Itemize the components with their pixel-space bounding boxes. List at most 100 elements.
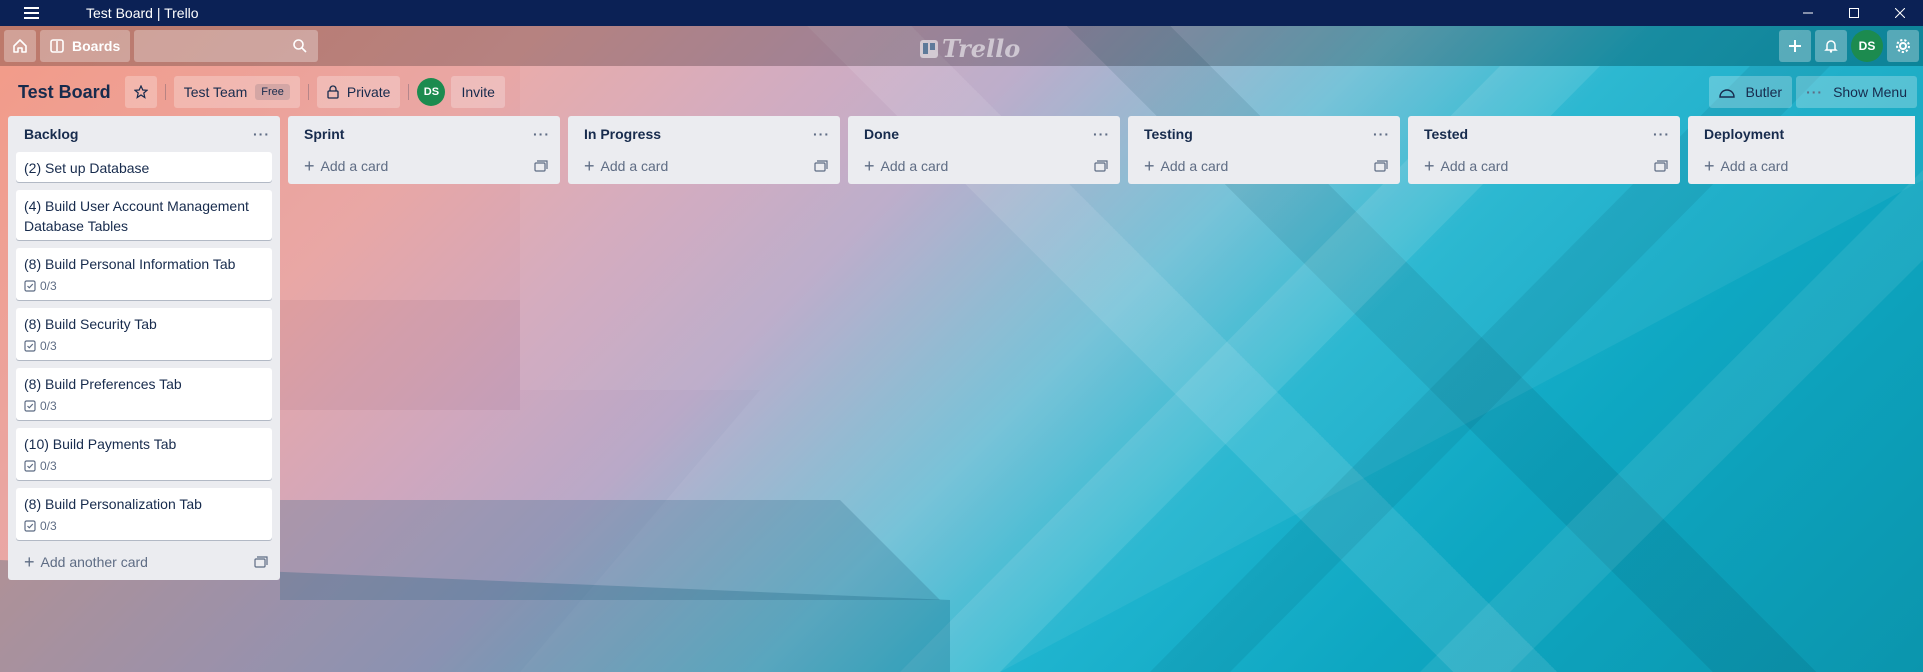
checklist-badge: 0/3 bbox=[24, 456, 264, 476]
visibility-label: Private bbox=[346, 84, 391, 100]
card-template-icon[interactable] bbox=[534, 160, 548, 172]
card-template-icon[interactable] bbox=[1094, 160, 1108, 172]
card[interactable]: (8) Build Security Tab 0/3 bbox=[16, 308, 272, 360]
butler-button[interactable]: Butler bbox=[1709, 76, 1793, 108]
list-title[interactable]: Tested bbox=[1424, 126, 1468, 142]
star-icon bbox=[133, 85, 148, 99]
create-button[interactable] bbox=[1779, 30, 1811, 62]
checklist-icon bbox=[24, 280, 36, 292]
butler-icon bbox=[1719, 89, 1736, 98]
list-title[interactable]: Sprint bbox=[304, 126, 344, 142]
board-title[interactable]: Test Board bbox=[18, 82, 111, 103]
star-button[interactable] bbox=[124, 76, 157, 108]
add-card-label: Add a card bbox=[600, 158, 669, 174]
list-menu-icon[interactable]: ··· bbox=[533, 126, 550, 142]
trello-logo-icon bbox=[920, 39, 938, 58]
card-template-icon[interactable] bbox=[254, 556, 268, 568]
hamburger-menu-icon[interactable] bbox=[16, 0, 46, 26]
add-card-label: Add another card bbox=[40, 554, 148, 570]
list-header[interactable]: Backlog ··· bbox=[16, 116, 272, 152]
add-card-label: Add a card bbox=[880, 158, 949, 174]
card-template-icon[interactable] bbox=[814, 160, 828, 172]
list-title[interactable]: In Progress bbox=[584, 126, 661, 142]
list-menu-icon[interactable]: ··· bbox=[813, 126, 830, 142]
boards-icon bbox=[50, 39, 64, 53]
notifications-button[interactable] bbox=[1815, 30, 1847, 62]
plus-icon: + bbox=[1424, 156, 1435, 176]
settings-button[interactable] bbox=[1887, 30, 1919, 62]
board-header: Test Board Test Team Free Private DS Inv… bbox=[0, 72, 1923, 112]
team-plan-badge: Free bbox=[255, 84, 290, 100]
minimize-icon[interactable] bbox=[1785, 0, 1831, 26]
card-template-icon[interactable] bbox=[1654, 160, 1668, 172]
user-avatar[interactable]: DS bbox=[1851, 30, 1883, 62]
app-header: Boards Trello DS bbox=[0, 26, 1923, 66]
add-card-label: Add a card bbox=[320, 158, 389, 174]
list-header[interactable]: Sprint ··· bbox=[296, 116, 552, 152]
list-title[interactable]: Backlog bbox=[24, 126, 78, 142]
add-card-button[interactable]: + Add a card bbox=[1136, 152, 1392, 180]
card-title: (2) Set up Database bbox=[24, 160, 150, 176]
card-title: (8) Build Personalization Tab bbox=[24, 496, 202, 512]
list-header[interactable]: Tested ··· bbox=[1416, 116, 1672, 152]
card-title: (10) Build Payments Tab bbox=[24, 436, 177, 452]
list-title[interactable]: Done bbox=[864, 126, 899, 142]
list-testing: Testing ··· + Add a card bbox=[1128, 116, 1400, 184]
maximize-icon[interactable] bbox=[1831, 0, 1877, 26]
list-menu-icon[interactable]: ··· bbox=[1653, 126, 1670, 142]
card-template-icon[interactable] bbox=[1374, 160, 1388, 172]
bell-icon bbox=[1824, 40, 1838, 53]
list-tested: Tested ··· + Add a card bbox=[1408, 116, 1680, 184]
team-button[interactable]: Test Team Free bbox=[173, 76, 300, 108]
window-title: Test Board | Trello bbox=[86, 5, 199, 21]
card[interactable]: (2) Set up Database bbox=[16, 152, 272, 182]
list-header[interactable]: Testing ··· bbox=[1136, 116, 1392, 152]
card[interactable]: (8) Build Personalization Tab 0/3 bbox=[16, 488, 272, 540]
close-icon[interactable] bbox=[1877, 0, 1923, 26]
card[interactable]: (8) Build Preferences Tab 0/3 bbox=[16, 368, 272, 420]
add-card-button[interactable]: + Add a card bbox=[296, 152, 552, 180]
card-title: (8) Build Preferences Tab bbox=[24, 376, 182, 392]
list-deployment: Deployment + Add a card bbox=[1688, 116, 1915, 184]
card[interactable]: (8) Build Personal Information Tab 0/3 bbox=[16, 248, 272, 300]
list-menu-icon[interactable]: ··· bbox=[1093, 126, 1110, 142]
list-title[interactable]: Deployment bbox=[1704, 126, 1784, 142]
list-header[interactable]: Deployment bbox=[1696, 116, 1907, 152]
list-header[interactable]: In Progress ··· bbox=[576, 116, 832, 152]
card[interactable]: (4) Build User Account Management Databa… bbox=[16, 190, 272, 240]
card-title: (4) Build User Account Management Databa… bbox=[24, 198, 249, 234]
add-card-button[interactable]: + Add a card bbox=[1416, 152, 1672, 180]
add-card-button[interactable]: + Add a card bbox=[856, 152, 1112, 180]
card-title: (8) Build Security Tab bbox=[24, 316, 157, 332]
divider bbox=[307, 84, 309, 100]
checklist-count: 0/3 bbox=[40, 519, 57, 533]
search-icon bbox=[293, 39, 307, 53]
list-menu-icon[interactable]: ··· bbox=[253, 126, 270, 142]
member-avatar[interactable]: DS bbox=[417, 78, 446, 106]
home-icon bbox=[13, 39, 27, 53]
add-card-button[interactable]: + Add another card bbox=[16, 548, 272, 576]
list-in-progress: In Progress ··· + Add a card bbox=[568, 116, 840, 184]
checklist-icon bbox=[24, 400, 36, 412]
add-card-label: Add a card bbox=[1160, 158, 1229, 174]
show-menu-button[interactable]: ··· Show Menu bbox=[1796, 76, 1917, 108]
boards-button[interactable]: Boards bbox=[40, 30, 131, 62]
add-card-button[interactable]: + Add a card bbox=[576, 152, 832, 180]
search-input[interactable] bbox=[134, 30, 319, 62]
home-button[interactable] bbox=[4, 30, 36, 62]
list-title[interactable]: Testing bbox=[1144, 126, 1193, 142]
checklist-count: 0/3 bbox=[40, 399, 57, 413]
gear-icon bbox=[1896, 39, 1910, 53]
visibility-button[interactable]: Private bbox=[316, 76, 401, 108]
list-menu-icon[interactable]: ··· bbox=[1373, 126, 1390, 142]
plus-icon: + bbox=[864, 156, 875, 176]
list-header[interactable]: Done ··· bbox=[856, 116, 1112, 152]
card[interactable]: (10) Build Payments Tab 0/3 bbox=[16, 428, 272, 480]
invite-button[interactable]: Invite bbox=[451, 76, 505, 108]
trello-logo[interactable]: Trello bbox=[920, 34, 1020, 63]
checklist-icon bbox=[24, 520, 36, 532]
add-card-button[interactable]: + Add a card bbox=[1696, 152, 1907, 180]
header-actions: DS bbox=[1779, 30, 1919, 62]
plus-icon: + bbox=[1704, 156, 1715, 176]
butler-label: Butler bbox=[1745, 84, 1783, 100]
